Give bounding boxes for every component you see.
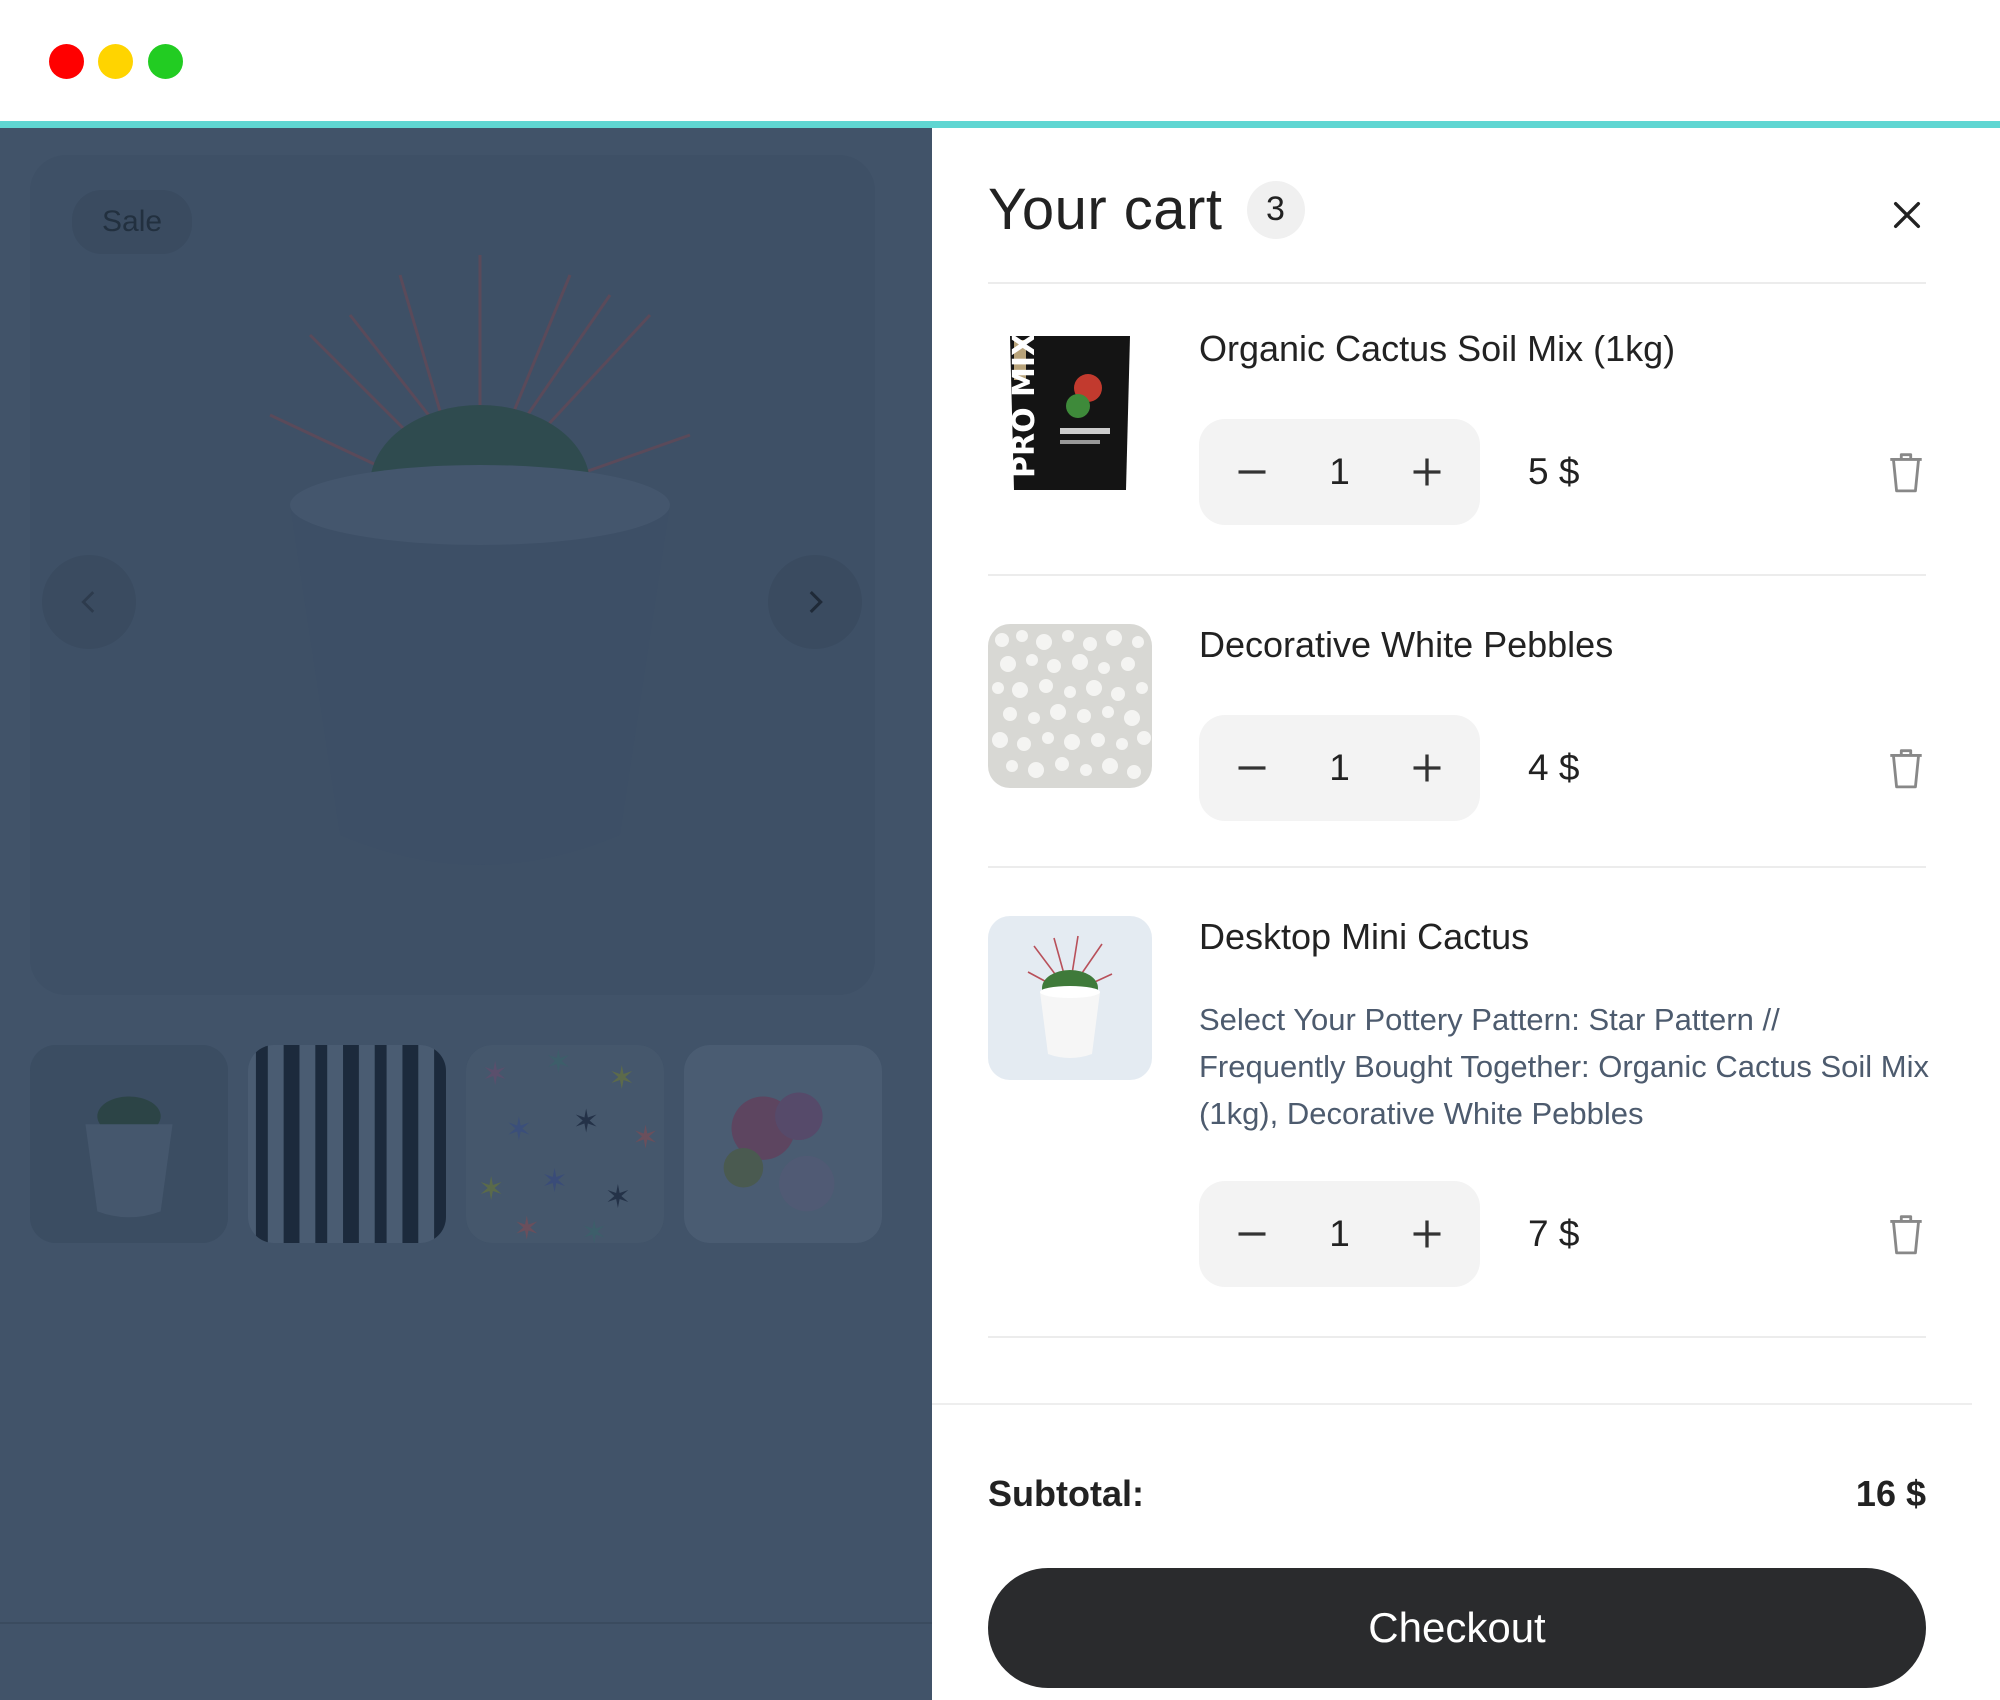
cart-drawer: Your cart 3 PRO MIX Organic Cactus Soil … (932, 128, 2000, 1700)
decrease-quantity-button[interactable] (1199, 1181, 1305, 1287)
chevron-right-icon (809, 590, 823, 614)
carousel-next-button[interactable] (768, 555, 862, 649)
subtotal-label: Subtotal: (988, 1473, 1144, 1514)
item-name[interactable]: Organic Cactus Soil Mix (1kg) (1199, 328, 1675, 370)
plus-icon (1413, 458, 1441, 486)
divider (988, 1336, 1926, 1338)
window-close-button[interactable] (49, 44, 84, 79)
close-cart-button[interactable] (1882, 190, 1932, 240)
quantity-stepper: 1 (1199, 715, 1480, 821)
svg-text:✶: ✶ (605, 1179, 632, 1215)
quantity-value[interactable]: 1 (1305, 419, 1374, 525)
divider (988, 574, 1926, 576)
svg-text:PRO MIX: PRO MIX (1007, 333, 1042, 478)
cart-title: Your cart (988, 177, 1223, 242)
chevron-left-icon (81, 591, 95, 613)
item-name[interactable]: Decorative White Pebbles (1199, 624, 1613, 666)
trash-icon (1890, 1215, 1922, 1255)
increase-quantity-button[interactable] (1374, 1181, 1480, 1287)
quantity-value[interactable]: 1 (1305, 715, 1374, 821)
svg-text:✶: ✶ (482, 1057, 509, 1093)
product-image-carousel: Sale (30, 155, 875, 995)
item-option-bundle: Frequently Bought Together: Organic Cact… (1199, 1049, 1930, 1131)
minus-icon (1238, 766, 1266, 770)
decrease-quantity-button[interactable] (1199, 715, 1305, 821)
sale-badge: Sale (72, 190, 193, 254)
item-options: Select Your Pottery Pattern: Star Patter… (1199, 996, 1929, 1137)
quantity-value[interactable]: 1 (1305, 1181, 1374, 1287)
cart-count-badge: 3 (1246, 180, 1305, 239)
window-maximize-button[interactable] (148, 44, 183, 79)
trash-icon (1890, 453, 1922, 493)
product-thumbnail-cactus[interactable] (988, 916, 1152, 1080)
item-option-pattern: Select Your Pottery Pattern: Star Patter… (1199, 1002, 1780, 1037)
svg-text:✶: ✶ (514, 1211, 541, 1243)
svg-text:✶: ✶ (632, 1120, 659, 1156)
svg-text:✶: ✶ (541, 1164, 568, 1200)
svg-text:✶: ✶ (573, 1104, 600, 1140)
thumbnail-floral[interactable] (684, 1045, 882, 1243)
thumbnail-stars[interactable]: ✶ ✶ ✶ ✶ ✶ ✶ ✶ ✶ ✶ ✶ ✶ (466, 1045, 664, 1243)
remove-item-button[interactable] (1886, 715, 1926, 821)
svg-text:✶: ✶ (609, 1061, 636, 1097)
cart-header: Your cart 3 (988, 176, 1305, 243)
product-thumbnail-pebbles[interactable] (988, 624, 1152, 788)
decrease-quantity-button[interactable] (1199, 419, 1305, 525)
item-price: 7 $ (1528, 1213, 1580, 1254)
minus-icon (1238, 1232, 1266, 1236)
svg-text:✶: ✶ (545, 1045, 572, 1081)
svg-text:✶: ✶ (581, 1215, 608, 1243)
window-titlebar (0, 0, 2000, 121)
accent-divider (0, 121, 2000, 128)
item-price: 5 $ (1528, 451, 1580, 492)
product-thumbnail-soil[interactable]: PRO MIX (988, 328, 1152, 492)
svg-text:✶: ✶ (478, 1171, 505, 1207)
quantity-stepper: 1 (1199, 419, 1480, 525)
thumbnail-cactus[interactable] (30, 1045, 228, 1243)
item-price: 4 $ (1528, 747, 1580, 788)
thumbnail-stripes[interactable] (248, 1045, 446, 1243)
divider (988, 282, 1926, 284)
remove-item-button[interactable] (1886, 419, 1926, 525)
divider (988, 866, 1926, 868)
checkout-button[interactable]: Checkout (988, 1568, 1926, 1688)
increase-quantity-button[interactable] (1374, 419, 1480, 525)
svg-text:✶: ✶ (506, 1112, 533, 1148)
thumbnail-strip: ✶ ✶ ✶ ✶ ✶ ✶ ✶ ✶ ✶ ✶ ✶ (30, 1045, 900, 1245)
product-page-overlay[interactable]: Sale ✶ ✶ ✶ ✶ ✶ ✶ ✶ ✶ ✶ ✶ ✶ (0, 128, 932, 1700)
minus-icon (1238, 470, 1266, 474)
remove-item-button[interactable] (1886, 1181, 1926, 1287)
close-icon (1893, 201, 1921, 229)
subtotal-value: 16 $ (1855, 1473, 1926, 1514)
page-divider (0, 1622, 932, 1624)
product-image (269, 255, 691, 865)
quantity-stepper: 1 (1199, 1181, 1480, 1287)
window-minimize-button[interactable] (98, 44, 133, 79)
item-name[interactable]: Desktop Mini Cactus (1199, 916, 1529, 958)
trash-icon (1890, 749, 1922, 789)
plus-icon (1413, 1220, 1441, 1248)
plus-icon (1413, 754, 1441, 782)
increase-quantity-button[interactable] (1374, 715, 1480, 821)
cart-footer-divider (932, 1403, 1972, 1405)
carousel-prev-button[interactable] (42, 555, 136, 649)
